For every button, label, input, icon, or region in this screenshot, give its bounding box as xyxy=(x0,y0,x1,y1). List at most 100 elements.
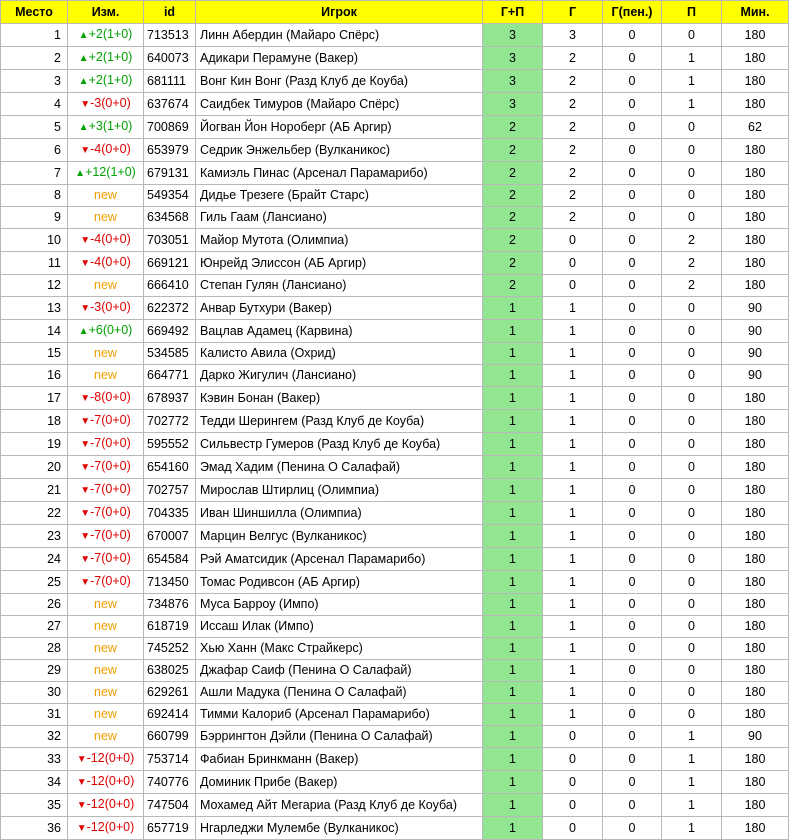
table-row[interactable]: 7 ▲+12(1+0) 679131 Камиэль Пинас (Арсенал П… xyxy=(0,161,789,185)
player-name-cell: Кэвин Бонан (Вакер) xyxy=(195,386,483,410)
assists-cell: 0 xyxy=(661,386,722,410)
table-row[interactable]: 32 new 660799 Бэррингтон Дэйли (Пенина О Са… xyxy=(0,725,789,748)
table-row[interactable]: 35 ▼-12(0+0) 747504 Мохамед Айт Мегариа (Ра… xyxy=(0,793,789,817)
table-row[interactable]: 4 ▼-3(0+0) 637674 Саидбек Тимуров (Майаро С… xyxy=(0,92,789,116)
table-row[interactable]: 24 ▼-7(0+0) 654584 Рэй Аматсидик (Арсенал П… xyxy=(0,547,789,571)
change-text: -7(0+0) xyxy=(90,505,131,519)
table-row[interactable]: 6 ▼-4(0+0) 653979 Седрик Энжельбер (Вулкани… xyxy=(0,138,789,162)
penalty-goals-cell: 0 xyxy=(602,593,662,616)
table-row[interactable]: 25 ▼-7(0+0) 713450 Томас Родивсон (АБ Аргир… xyxy=(0,570,789,594)
change-cell: ▼-7(0+0) xyxy=(67,432,144,456)
change-cell: new xyxy=(67,342,144,365)
header-id[interactable]: id xyxy=(143,0,196,24)
table-row[interactable]: 16 new 664771 Дарко Жигулич (Лансиано) 1 1 0 0 9… xyxy=(0,364,789,387)
penalty-goals-cell: 0 xyxy=(602,274,662,297)
table-row[interactable]: 30 new 629261 Ашли Мадука (Пенина О Салафай… xyxy=(0,681,789,704)
assists-cell: 0 xyxy=(661,184,722,207)
goals-cell: 1 xyxy=(542,637,603,660)
arrow-down-icon: ▼ xyxy=(80,577,91,588)
table-row[interactable]: 26 new 734876 Муса Барроу (Импо) 1 1 0 0 180 xyxy=(0,593,789,616)
place-cell: 35 xyxy=(0,793,68,817)
header-player[interactable]: Игрок xyxy=(195,0,483,24)
place-cell: 28 xyxy=(0,637,68,660)
goals-plus-assists-cell: 1 xyxy=(482,637,543,660)
goals-plus-assists-cell: 2 xyxy=(482,115,543,139)
table-row[interactable]: 11 ▼-4(0+0) 669121 Юнрейд Элиссон (АБ Аргир… xyxy=(0,251,789,275)
table-row[interactable]: 12 new 666410 Степан Гулян (Лансиано) 2 0 0 2 18… xyxy=(0,274,789,297)
header-assists[interactable]: П xyxy=(661,0,722,24)
assists-cell: 0 xyxy=(661,593,722,616)
player-name-cell: Марцин Велгус (Вулканикос) xyxy=(195,524,483,548)
goals-cell: 1 xyxy=(542,615,603,638)
header-change[interactable]: Изм. xyxy=(67,0,144,24)
assists-cell: 0 xyxy=(661,637,722,660)
change-cell: ▼-3(0+0) xyxy=(67,92,144,116)
table-row[interactable]: 29 new 638025 Джафар Саиф (Пенина О Салафай… xyxy=(0,659,789,682)
penalty-goals-cell: 0 xyxy=(602,161,662,185)
header-penalty-goals[interactable]: Г(пен.) xyxy=(602,0,662,24)
goals-cell: 0 xyxy=(542,770,603,794)
arrow-up-icon: ▲ xyxy=(78,326,89,337)
minutes-cell: 180 xyxy=(721,747,789,771)
minutes-cell: 180 xyxy=(721,206,789,229)
table-row[interactable]: 27 new 618719 Иссаш Илак (Импо) 1 1 0 0 180 xyxy=(0,615,789,638)
table-row[interactable]: 14 ▲+6(0+0) 669492 Вацлав Адамец (Карвина) 1… xyxy=(0,319,789,343)
goals-plus-assists-cell: 1 xyxy=(482,725,543,748)
table-row[interactable]: 19 ▼-7(0+0) 595552 Сильвестр Гумеров (Разд … xyxy=(0,432,789,456)
player-id-cell: 637674 xyxy=(143,92,196,116)
table-row[interactable]: 3 ▲+2(1+0) 681111 Вонг Кин Вонг (Разд Клуб … xyxy=(0,69,789,93)
table-row[interactable]: 10 ▼-4(0+0) 703051 Майор Мутота (Олимпиа) 2 0… xyxy=(0,228,789,252)
header-goals-plus-assists[interactable]: Г+П xyxy=(482,0,543,24)
table-row[interactable]: 9 new 634568 Гиль Гаам (Лансиано) 2 2 0 0 180 xyxy=(0,206,789,229)
player-name-cell: Юнрейд Элиссон (АБ Аргир) xyxy=(195,251,483,275)
arrow-down-icon: ▼ xyxy=(76,800,87,811)
table-row[interactable]: 13 ▼-3(0+0) 622372 Анвар Бутхури (Вакер) 1 1 0… xyxy=(0,296,789,320)
change-cell: ▼-4(0+0) xyxy=(67,138,144,162)
goals-plus-assists-cell: 1 xyxy=(482,478,543,502)
table-row[interactable]: 17 ▼-8(0+0) 678937 Кэвин Бонан (Вакер) 1 1 0 0 1… xyxy=(0,386,789,410)
minutes-cell: 180 xyxy=(721,92,789,116)
penalty-goals-cell: 0 xyxy=(602,770,662,794)
penalty-goals-cell: 0 xyxy=(602,386,662,410)
place-cell: 13 xyxy=(0,296,68,320)
change-text: -12(0+0) xyxy=(86,774,135,788)
arrow-up-icon: ▲ xyxy=(78,53,89,64)
header-place[interactable]: Место xyxy=(0,0,68,24)
change-cell: ▼-7(0+0) xyxy=(67,547,144,571)
table-row[interactable]: 18 ▼-7(0+0) 702772 Тедди Шерингем (Разд Клу… xyxy=(0,409,789,433)
table-row[interactable]: 28 new 745252 Хью Ханн (Макс Страйкерс) 1 1 0 0… xyxy=(0,637,789,660)
goals-cell: 1 xyxy=(542,296,603,320)
change-cell: ▲+2(1+0) xyxy=(67,23,144,47)
table-row[interactable]: 2 ▲+2(1+0) 640073 Адикари Перамуне (Вакер) 3… xyxy=(0,46,789,70)
player-name-cell: Сильвестр Гумеров (Разд Клуб де Коуба) xyxy=(195,432,483,456)
goals-plus-assists-cell: 2 xyxy=(482,138,543,162)
arrow-down-icon: ▼ xyxy=(80,393,91,404)
minutes-cell: 180 xyxy=(721,274,789,297)
assists-cell: 0 xyxy=(661,501,722,525)
change-cell: ▼-4(0+0) xyxy=(67,251,144,275)
table-row[interactable]: 34 ▼-12(0+0) 740776 Доминик Прибе (Вакер) 1 0… xyxy=(0,770,789,794)
table-row[interactable]: 36 ▼-12(0+0) 657719 Нгарледжи Мулембе (Вулк… xyxy=(0,816,789,840)
place-cell: 27 xyxy=(0,615,68,638)
change-text: -4(0+0) xyxy=(90,142,131,156)
table-row[interactable]: 21 ▼-7(0+0) 702757 Мирослав Штирлиц (Олимпи… xyxy=(0,478,789,502)
table-row[interactable]: 31 new 692414 Тимми Калориб (Арсенал Парама… xyxy=(0,703,789,726)
table-row[interactable]: 15 new 534585 Калисто Авила (Охрид) 1 1 0 0 90 xyxy=(0,342,789,365)
table-row[interactable]: 22 ▼-7(0+0) 704335 Иван Шиншилла (Олимпиа) 1… xyxy=(0,501,789,525)
penalty-goals-cell: 0 xyxy=(602,570,662,594)
change-cell: new xyxy=(67,681,144,704)
arrow-down-icon: ▼ xyxy=(80,235,91,246)
penalty-goals-cell: 0 xyxy=(602,478,662,502)
player-name-cell: Дарко Жигулич (Лансиано) xyxy=(195,364,483,387)
table-row[interactable]: 1 ▲+2(1+0) 713513 Линн Абердин (Майаро Спёр… xyxy=(0,23,789,47)
table-row[interactable]: 20 ▼-7(0+0) 654160 Эмад Хадим (Пенина О Сал… xyxy=(0,455,789,479)
table-row[interactable]: 5 ▲+3(1+0) 700869 Йогван Йон Нороберг (АБ А… xyxy=(0,115,789,139)
header-goals[interactable]: Г xyxy=(542,0,603,24)
table-row[interactable]: 8 new 549354 Дидье Трезеге (Брайт Старс) 2 2 0… xyxy=(0,184,789,207)
header-minutes[interactable]: Мин. xyxy=(721,0,789,24)
player-name-cell: Муса Барроу (Импо) xyxy=(195,593,483,616)
goals-plus-assists-cell: 1 xyxy=(482,501,543,525)
assists-cell: 0 xyxy=(661,364,722,387)
table-row[interactable]: 23 ▼-7(0+0) 670007 Марцин Велгус (Вулканико… xyxy=(0,524,789,548)
table-row[interactable]: 33 ▼-12(0+0) 753714 Фабиан Бринкманн (Вакер… xyxy=(0,747,789,771)
